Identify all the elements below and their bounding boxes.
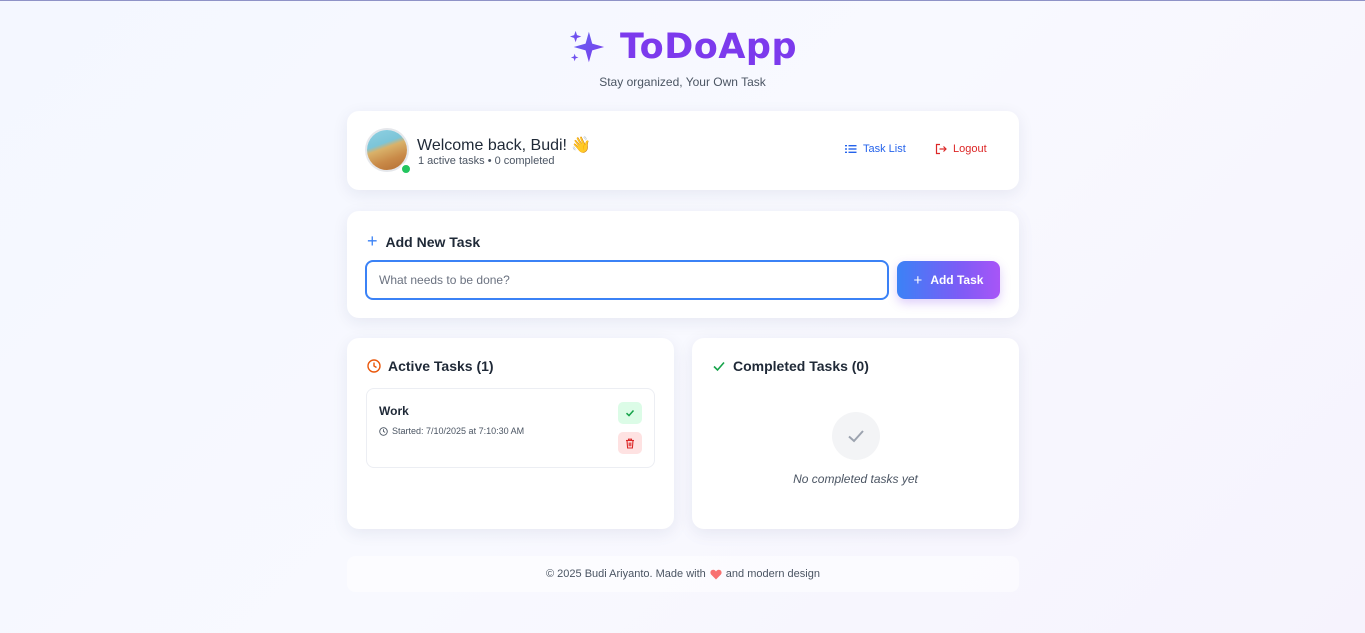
- task-input[interactable]: [365, 260, 889, 300]
- empty-state-icon-circle: [832, 412, 880, 460]
- footer-suffix: and modern design: [725, 568, 820, 580]
- list-icon: [845, 145, 857, 153]
- app-title: ToDoApp: [619, 27, 798, 67]
- add-task-button[interactable]: + Add Task: [897, 261, 1000, 299]
- active-tasks-card: Active Tasks (1) Work Started: 7/10/2025…: [347, 338, 674, 529]
- logout-button[interactable]: Logout: [935, 143, 987, 155]
- brand: ToDoApp: [568, 27, 797, 67]
- check-icon: [625, 409, 635, 417]
- task-list-button[interactable]: Task List: [845, 143, 906, 155]
- completed-tasks-title: Completed Tasks (0): [733, 358, 869, 374]
- online-status-dot: [400, 163, 412, 175]
- add-task-card: + Add New Task + Add Task: [347, 211, 1019, 318]
- app-header: ToDoApp Stay organized, Your Own Task: [0, 27, 1365, 89]
- task-started-text: Started: 7/10/2025 at 7:10:30 AM: [392, 426, 525, 436]
- plus-icon: +: [913, 271, 923, 289]
- footer-prefix: © 2025 Budi Ariyanto. Made with: [546, 568, 706, 580]
- welcome-message: Welcome back, Budi! 👋: [417, 135, 591, 155]
- active-tasks-heading: Active Tasks (1): [367, 358, 494, 374]
- task-list-label: Task List: [863, 143, 906, 155]
- task-item: Work Started: 7/10/2025 at 7:10:30 AM: [366, 388, 655, 468]
- app-subtitle: Stay organized, Your Own Task: [599, 75, 766, 89]
- sparkles-icon: [569, 30, 605, 63]
- task-stats: 1 active tasks • 0 completed: [418, 155, 555, 167]
- add-task-heading: + Add New Task: [367, 231, 480, 252]
- welcome-card: Welcome back, Budi! 👋 1 active tasks • 0 …: [347, 111, 1019, 190]
- task-started: Started: 7/10/2025 at 7:10:30 AM: [379, 426, 524, 436]
- footer: © 2025 Budi Ariyanto. Made with and mode…: [347, 556, 1019, 592]
- clock-icon: [367, 359, 381, 373]
- plus-icon: +: [367, 231, 378, 251]
- completed-tasks-card: Completed Tasks (0) No completed tasks y…: [692, 338, 1019, 529]
- add-task-title: Add New Task: [385, 233, 481, 250]
- empty-state-text: No completed tasks yet: [793, 472, 918, 486]
- clock-icon: [379, 426, 388, 436]
- task-name: Work: [379, 404, 409, 418]
- check-icon: [848, 430, 864, 443]
- complete-task-button[interactable]: [618, 402, 642, 424]
- active-tasks-title: Active Tasks (1): [388, 358, 494, 374]
- logout-icon: [935, 143, 947, 155]
- add-task-button-label: Add Task: [930, 273, 984, 287]
- welcome-text: Welcome back, Budi!: [417, 137, 567, 154]
- delete-task-button[interactable]: [618, 432, 642, 454]
- wave-emoji: 👋: [571, 137, 591, 154]
- trash-icon: [626, 438, 634, 449]
- logout-label: Logout: [953, 143, 987, 155]
- completed-tasks-heading: Completed Tasks (0): [712, 358, 869, 374]
- check-icon: [713, 361, 725, 372]
- heart-icon: [710, 569, 722, 579]
